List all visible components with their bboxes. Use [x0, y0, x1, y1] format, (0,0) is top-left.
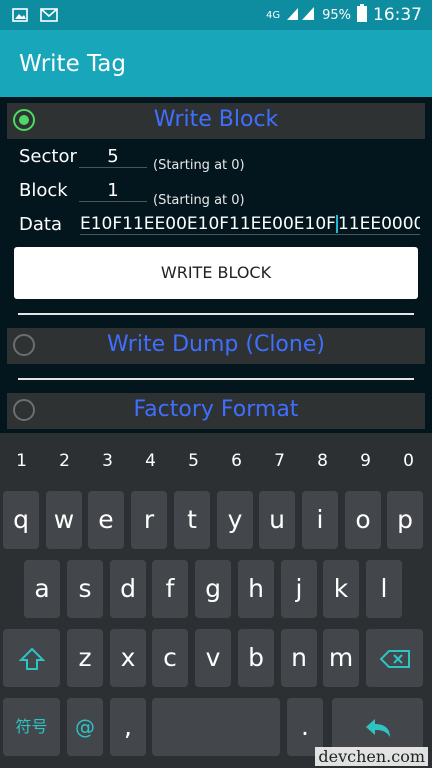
- number-key[interactable]: 9: [344, 451, 387, 471]
- data-value-before-cursor: E10F11EE00E10F11EE00E10F: [80, 214, 336, 234]
- number-key[interactable]: 7: [258, 451, 301, 471]
- status-bar: 4G 95% 16:37: [0, 0, 432, 30]
- number-key[interactable]: 4: [129, 451, 172, 471]
- letter-key[interactable]: q: [3, 491, 39, 549]
- sector-input[interactable]: 5: [79, 146, 147, 168]
- data-value-after-cursor: 11EE0000: [337, 214, 420, 234]
- letter-key[interactable]: r: [131, 491, 167, 549]
- letter-key[interactable]: a: [24, 560, 60, 618]
- letter-key[interactable]: c: [152, 629, 188, 687]
- clock: 16:37: [373, 5, 422, 25]
- letter-key[interactable]: i: [302, 491, 338, 549]
- letter-key[interactable]: l: [366, 560, 402, 618]
- space-key[interactable]: [152, 698, 280, 756]
- number-key[interactable]: 1: [0, 451, 43, 471]
- letter-key[interactable]: y: [217, 491, 253, 549]
- battery-percent: 95%: [322, 7, 351, 23]
- letter-key[interactable]: o: [345, 491, 381, 549]
- number-key[interactable]: 2: [43, 451, 86, 471]
- letter-key[interactable]: k: [323, 560, 359, 618]
- letter-key[interactable]: v: [195, 629, 231, 687]
- signal-icon: [286, 5, 316, 25]
- page-title: Write Tag: [19, 51, 126, 77]
- keyboard: 1 2 3 4 5 6 7 8 9 0 q w e r t y u i o p …: [0, 433, 432, 768]
- divider: [18, 378, 414, 380]
- watermark: devchen.com: [315, 747, 428, 766]
- letter-key[interactable]: s: [67, 560, 103, 618]
- write-block-option[interactable]: Write Block: [7, 103, 425, 139]
- image-icon: [12, 7, 28, 26]
- letter-key[interactable]: p: [387, 491, 423, 549]
- number-key[interactable]: 8: [301, 451, 344, 471]
- network-type-label: 4G: [265, 9, 281, 21]
- letter-key[interactable]: n: [281, 629, 317, 687]
- letter-key[interactable]: u: [259, 491, 295, 549]
- letter-key[interactable]: b: [238, 629, 274, 687]
- shift-key[interactable]: [3, 629, 60, 687]
- letter-key[interactable]: g: [195, 560, 231, 618]
- letter-key[interactable]: w: [46, 491, 82, 549]
- backspace-key[interactable]: [366, 629, 423, 687]
- divider: [18, 313, 414, 315]
- letter-key[interactable]: x: [110, 629, 146, 687]
- write-dump-label: Write Dump (Clone): [107, 332, 325, 357]
- write-block-label: Write Block: [153, 107, 279, 132]
- letter-key[interactable]: e: [88, 491, 124, 549]
- letter-key[interactable]: f: [152, 560, 188, 618]
- letter-key[interactable]: d: [110, 560, 146, 618]
- number-key[interactable]: 6: [215, 451, 258, 471]
- write-block-button[interactable]: WRITE BLOCK: [14, 247, 418, 299]
- number-key[interactable]: 3: [86, 451, 129, 471]
- letter-key[interactable]: j: [281, 560, 317, 618]
- letter-key[interactable]: m: [323, 629, 359, 687]
- block-input[interactable]: 1: [79, 180, 147, 202]
- enter-icon: [365, 719, 390, 737]
- app-bar: Write Tag: [0, 30, 432, 97]
- shift-icon: [18, 647, 45, 670]
- number-key[interactable]: 5: [172, 451, 215, 471]
- number-key[interactable]: 0: [387, 451, 430, 471]
- sector-hint: (Starting at 0): [153, 158, 245, 173]
- write-dump-option[interactable]: Write Dump (Clone): [7, 328, 425, 364]
- at-key[interactable]: @: [67, 698, 103, 756]
- block-hint: (Starting at 0): [153, 193, 245, 208]
- letter-key[interactable]: t: [174, 491, 210, 549]
- block-label: Block: [19, 180, 68, 201]
- comma-key[interactable]: ,: [110, 698, 146, 756]
- backspace-icon: [379, 650, 410, 668]
- letter-key[interactable]: z: [67, 629, 103, 687]
- factory-format-option[interactable]: Factory Format: [7, 393, 425, 429]
- letter-key[interactable]: h: [238, 560, 274, 618]
- symbols-key[interactable]: 符号: [3, 698, 60, 756]
- email-icon: [40, 7, 58, 26]
- battery-icon: [357, 4, 367, 26]
- factory-format-label: Factory Format: [133, 397, 299, 422]
- sector-label: Sector: [19, 146, 77, 167]
- data-label: Data: [19, 214, 62, 235]
- write-tag-content: Write Block Sector 5 (Starting at 0) Blo…: [0, 97, 432, 433]
- data-input[interactable]: E10F11EE00E10F11EE00E10F 11EE0000: [80, 214, 420, 235]
